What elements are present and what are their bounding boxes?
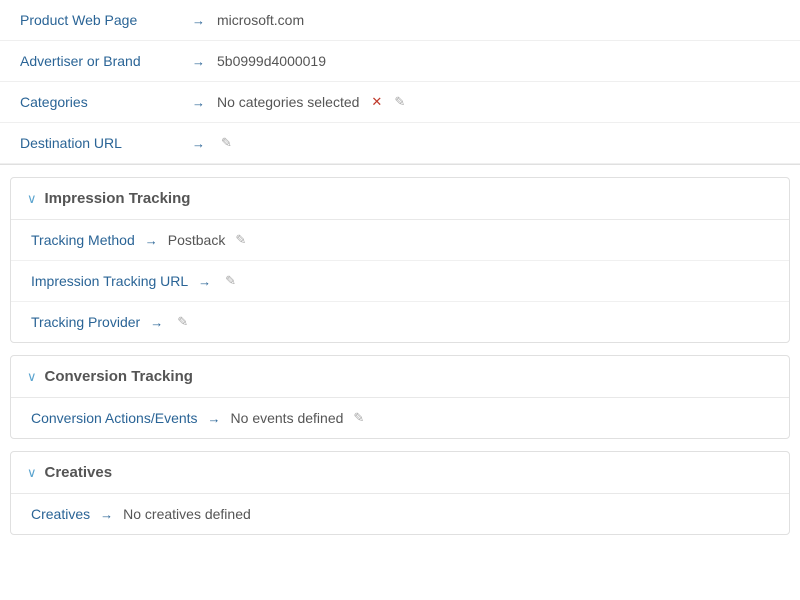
creatives-chevron-icon: ∨: [27, 465, 37, 481]
destination-url-label: Destination URL: [20, 135, 180, 151]
creatives-header[interactable]: ∨ Creatives: [11, 452, 789, 494]
creatives-section: ∨ Creatives Creatives → No creatives def…: [10, 451, 790, 535]
advertiser-label: Advertiser or Brand: [20, 53, 180, 69]
top-section: Product Web Page → microsoft.com Adverti…: [0, 0, 800, 165]
categories-row: Categories → No categories selected ✕ ✎: [0, 82, 800, 123]
categories-arrow: →: [192, 95, 205, 110]
creatives-label: Creatives: [31, 506, 90, 522]
product-web-page-value: microsoft.com: [217, 12, 304, 28]
categories-label: Categories: [20, 94, 180, 110]
advertiser-value: 5b0999d4000019: [217, 53, 326, 69]
categories-no-selection: No categories selected: [217, 94, 359, 110]
tracking-method-row: Tracking Method → Postback ✎: [11, 220, 789, 261]
categories-edit-icon[interactable]: ✎: [394, 94, 405, 110]
impression-tracking-title: Impression Tracking: [45, 190, 191, 207]
advertiser-arrow: →: [192, 54, 205, 69]
product-web-page-row: Product Web Page → microsoft.com: [0, 0, 800, 41]
conversion-tracking-section: ∨ Conversion Tracking Conversion Actions…: [10, 355, 790, 439]
tracking-provider-row: Tracking Provider → ✎: [11, 302, 789, 342]
tracking-method-edit-icon[interactable]: ✎: [235, 232, 246, 248]
impression-chevron-icon: ∨: [27, 191, 37, 207]
categories-close-icon[interactable]: ✕: [371, 94, 382, 110]
tracking-method-value: Postback: [168, 232, 226, 248]
tracking-method-arrow: →: [145, 233, 158, 248]
creatives-row: Creatives → No creatives defined: [11, 494, 789, 534]
creatives-title: Creatives: [45, 464, 113, 481]
conversion-chevron-icon: ∨: [27, 369, 37, 385]
impression-url-edit-icon[interactable]: ✎: [225, 273, 236, 289]
conversion-actions-arrow: →: [208, 411, 221, 426]
tracking-method-label: Tracking Method: [31, 232, 135, 248]
no-events-text: No events defined: [231, 410, 344, 426]
impression-url-row: Impression Tracking URL → ✎: [11, 261, 789, 302]
impression-url-arrow: →: [198, 274, 211, 289]
conversion-tracking-title: Conversion Tracking: [45, 368, 193, 385]
impression-url-label: Impression Tracking URL: [31, 273, 188, 289]
tracking-provider-edit-icon[interactable]: ✎: [177, 314, 188, 330]
conversion-actions-row: Conversion Actions/Events → No events de…: [11, 398, 789, 438]
impression-tracking-header[interactable]: ∨ Impression Tracking: [11, 178, 789, 220]
no-creatives-text: No creatives defined: [123, 506, 251, 522]
tracking-provider-arrow: →: [150, 315, 163, 330]
product-web-page-label: Product Web Page: [20, 12, 180, 28]
impression-tracking-section: ∨ Impression Tracking Tracking Method → …: [10, 177, 790, 343]
product-web-page-arrow: →: [192, 13, 205, 28]
conversion-tracking-header[interactable]: ∨ Conversion Tracking: [11, 356, 789, 398]
creatives-arrow: →: [100, 507, 113, 522]
destination-url-edit-icon[interactable]: ✎: [221, 135, 232, 151]
destination-url-row: Destination URL → ✎: [0, 123, 800, 164]
advertiser-row: Advertiser or Brand → 5b0999d4000019: [0, 41, 800, 82]
conversion-actions-edit-icon[interactable]: ✎: [353, 410, 364, 426]
tracking-provider-label: Tracking Provider: [31, 314, 140, 330]
conversion-actions-label: Conversion Actions/Events: [31, 410, 198, 426]
destination-url-arrow: →: [192, 136, 205, 151]
